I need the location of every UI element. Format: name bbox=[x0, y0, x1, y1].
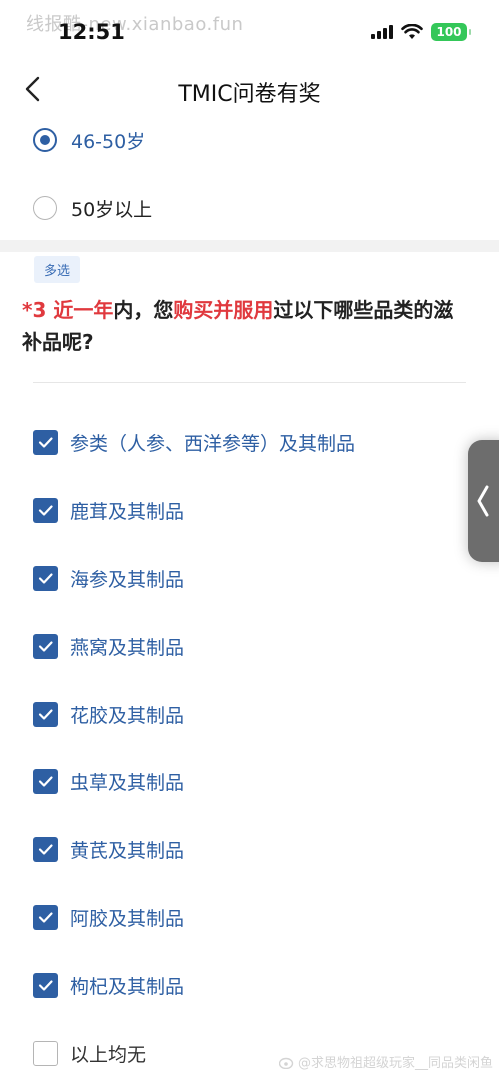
question-title: *3 近一年内，您购买并服用过以下哪些品类的滋补品呢? bbox=[22, 294, 472, 358]
checkbox-checked[interactable] bbox=[33, 768, 58, 794]
checkmark-icon bbox=[38, 843, 53, 855]
radio-unchecked-icon[interactable] bbox=[33, 196, 57, 220]
option-row[interactable]: 阿胶及其制品 bbox=[33, 899, 184, 935]
option-label: 黄芪及其制品 bbox=[70, 839, 185, 862]
option-label: 海参及其制品 bbox=[70, 568, 185, 591]
checkmark-icon bbox=[38, 708, 53, 720]
battery-icon: 100 bbox=[431, 23, 471, 41]
question-text-1: 内，您 bbox=[113, 298, 174, 322]
watermark-text: @求思物祖超级玩家__同品类闲鱼 bbox=[297, 1056, 493, 1071]
checkbox-checked[interactable] bbox=[33, 972, 58, 998]
cellular-signal-icon bbox=[371, 25, 393, 39]
side-drawer-handle[interactable] bbox=[468, 440, 499, 562]
section-divider bbox=[0, 240, 499, 252]
option-row[interactable]: 虫草及其制品 bbox=[33, 763, 184, 799]
chevron-left-icon bbox=[477, 485, 489, 517]
wifi-icon bbox=[401, 24, 423, 39]
checkmark-icon bbox=[38, 979, 53, 991]
battery-level: 100 bbox=[436, 25, 462, 39]
status-time: 12:51 bbox=[58, 20, 125, 44]
option-row[interactable]: 以上均无 bbox=[33, 1035, 146, 1071]
option-row[interactable]: 枸杞及其制品 bbox=[33, 967, 184, 1003]
radio-option-label: 50岁以上 bbox=[71, 198, 153, 221]
checkmark-icon bbox=[38, 640, 53, 652]
option-row[interactable]: 黄芪及其制品 bbox=[33, 831, 184, 867]
checkbox-checked[interactable] bbox=[33, 497, 58, 523]
checkbox-checked[interactable] bbox=[33, 565, 58, 591]
option-label: 燕窝及其制品 bbox=[70, 636, 185, 659]
status-icons: 100 bbox=[371, 23, 471, 41]
status-bar: 12:51 100 bbox=[0, 0, 499, 60]
option-label: 虫草及其制品 bbox=[70, 771, 185, 794]
weibo-icon bbox=[278, 1057, 294, 1069]
checkmark-icon bbox=[38, 775, 53, 787]
checkmark-icon bbox=[38, 911, 53, 923]
option-label: 花胶及其制品 bbox=[70, 704, 185, 727]
radio-option-46-50[interactable]: 46-50岁 bbox=[33, 123, 145, 157]
radio-checked-icon[interactable] bbox=[33, 128, 57, 152]
option-label: 阿胶及其制品 bbox=[70, 907, 185, 930]
option-row[interactable]: 花胶及其制品 bbox=[33, 696, 184, 732]
page-title: TMIC问卷有奖 bbox=[178, 82, 321, 107]
option-label: 参类（人参、西洋参等）及其制品 bbox=[70, 432, 356, 455]
option-row[interactable]: 燕窝及其制品 bbox=[33, 628, 184, 664]
checkbox-checked[interactable] bbox=[33, 633, 58, 659]
question-divider bbox=[33, 382, 466, 383]
option-label: 以上均无 bbox=[70, 1043, 147, 1066]
multi-select-tag: 多选 bbox=[34, 256, 81, 283]
radio-option-label: 46-50岁 bbox=[71, 130, 146, 153]
weibo-watermark: @求思物祖超级玩家__同品类闲鱼 bbox=[278, 1052, 493, 1071]
question-highlight-2: 购买并服用 bbox=[173, 298, 274, 322]
question-highlight-1: 近一年 bbox=[53, 298, 114, 322]
checkmark-icon bbox=[38, 504, 53, 516]
option-label: 鹿茸及其制品 bbox=[70, 500, 185, 523]
checkmark-icon bbox=[38, 436, 53, 448]
checkbox-checked[interactable] bbox=[33, 701, 58, 727]
required-mark: * bbox=[22, 298, 33, 322]
checkbox-unchecked[interactable] bbox=[33, 1040, 58, 1066]
checkbox-checked[interactable] bbox=[33, 836, 58, 862]
option-label: 枸杞及其制品 bbox=[70, 975, 185, 998]
checkbox-checked[interactable] bbox=[33, 429, 58, 455]
nav-bar: TMIC问卷有奖 bbox=[0, 62, 499, 118]
checkmark-icon bbox=[38, 572, 53, 584]
option-row[interactable]: 参类（人参、西洋参等）及其制品 bbox=[33, 424, 355, 460]
question-number: 3 bbox=[32, 298, 47, 322]
option-row[interactable]: 鹿茸及其制品 bbox=[33, 492, 184, 528]
radio-option-over-50[interactable]: 50岁以上 bbox=[33, 191, 152, 225]
checkbox-checked[interactable] bbox=[33, 904, 58, 930]
option-row[interactable]: 海参及其制品 bbox=[33, 560, 184, 596]
